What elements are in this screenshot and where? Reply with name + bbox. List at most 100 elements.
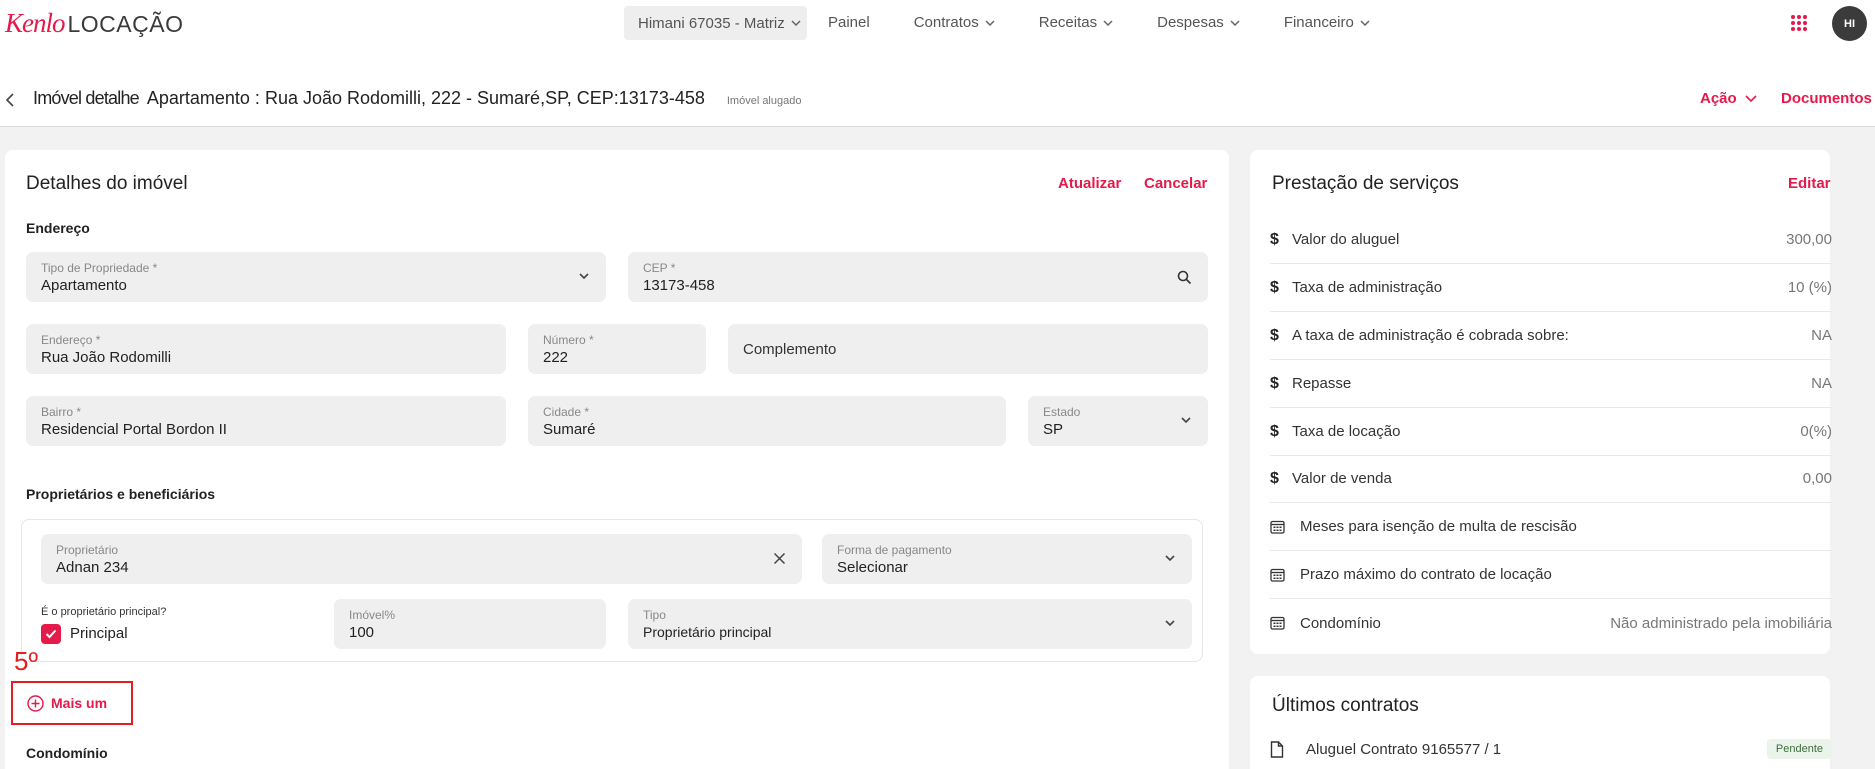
calendar-icon [1270,520,1292,534]
documents-button[interactable]: Documentos [1781,90,1872,107]
service-row: $ A taxa de administração é cobrada sobre… [1270,312,1832,360]
page-title-text: Apartamento : Rua João Rodomilli, 222 - … [146,88,705,108]
service-value: 0(%) [1800,423,1832,440]
back-arrow-icon[interactable] [5,93,15,107]
kenlo-logo[interactable]: Kenlo LOCAÇÃO [5,8,183,38]
service-row: $ Valor do aluguel 300,00 [1270,216,1832,264]
address-value: Rua João Rodomilli [41,349,172,366]
service-value: NA [1811,327,1832,344]
apps-grid-icon[interactable] [1790,14,1808,32]
plus-circle-icon [27,694,44,712]
city-label: Cidade * [543,405,590,419]
chevron-down-icon [1165,620,1175,627]
contracts-title: Últimos contratos [1272,695,1419,716]
action-label: Ação [1700,90,1737,107]
search-icon[interactable] [1177,270,1192,285]
service-row: $ Repasse NA [1270,360,1832,408]
service-row: Meses para isenção de multa de rescisão [1270,503,1832,551]
services-title: Prestação de serviços [1272,173,1459,194]
principal-checkbox-label: Principal [70,625,128,642]
nav-painel[interactable]: Painel [828,14,870,31]
ownership-percent-label: Imóvel% [349,608,396,622]
checkmark-icon [45,629,57,639]
service-row: $ Taxa de administração 10 (%) [1270,264,1832,312]
cancel-button[interactable]: Cancelar [1144,175,1207,192]
service-row: Prazo máximo do contrato de locação [1270,551,1832,599]
calendar-icon [1270,568,1292,582]
branch-selector[interactable]: Himani 67035 - Matriz [624,6,807,40]
city-input[interactable]: Cidade * Sumaré [528,396,1006,446]
user-avatar[interactable]: HI [1832,6,1867,41]
state-select[interactable]: Estado SP [1028,396,1208,446]
property-type-select[interactable]: Tipo de Propriedade * Apartamento [26,252,606,302]
calendar-icon [1270,616,1292,630]
state-value: SP [1043,421,1064,438]
nav-despesas-label: Despesas [1157,14,1224,31]
service-label: Meses para isenção de multa de rescisão [1300,518,1577,535]
page-header: Imóvel detalhe Apartamento : Rua João Ro… [0,45,1875,127]
update-button[interactable]: Atualizar [1058,175,1121,192]
contract-item[interactable]: Aluguel Contrato 9165577 / 1 Pendente [1270,734,1832,764]
action-menu-button[interactable]: Ação [1700,90,1757,107]
ownership-percent-input[interactable]: Imóvel% 100 [334,599,606,649]
edit-services-button[interactable]: Editar [1788,175,1831,192]
chevron-down-icon [1165,555,1175,562]
owners-section-title: Proprietários e beneficiários [26,486,216,502]
neighborhood-label: Bairro * [41,405,82,419]
chevron-down-icon [1745,95,1757,102]
service-label: Prazo máximo do contrato de locação [1300,566,1552,583]
service-label: Taxa de locação [1292,423,1401,440]
service-row: $ Valor de venda 0,00 [1270,455,1832,503]
chevron-down-icon [1103,19,1113,26]
property-status: Imóvel alugado [726,95,802,107]
chevron-down-icon [791,20,801,26]
cep-label: CEP * [643,261,676,275]
nav-despesas[interactable]: Despesas [1157,14,1240,31]
complement-input[interactable]: Complemento [728,324,1208,374]
state-label: Estado [1043,405,1081,419]
owner-value: Adnan 234 [56,559,129,576]
nav-receitas-label: Receitas [1038,14,1098,31]
service-label: Condomínio [1300,614,1381,632]
chevron-down-icon [985,19,995,26]
address-input[interactable]: Endereço * Rua João Rodomilli [26,324,506,374]
service-row: $ Taxa de locação 0(%) [1270,408,1832,456]
payment-method-value: Selecionar [837,559,908,576]
number-label: Número * [543,333,594,347]
nav-contratos[interactable]: Contratos [914,14,995,31]
service-label: Valor do aluguel [1292,231,1400,248]
payment-method-select[interactable]: Forma de pagamento Selecionar [822,534,1192,584]
chevron-down-icon [1181,417,1191,424]
details-title: Detalhes do imóvel [26,173,188,194]
service-value: Não administrado pela imobiliária [1610,614,1832,632]
dollar-icon: $ [1270,230,1279,248]
nav-financeiro[interactable]: Financeiro [1284,14,1370,31]
neighborhood-value: Residencial Portal Bordon II [41,421,227,438]
logo-product: LOCAÇÃO [67,11,184,37]
close-icon[interactable] [773,552,786,565]
nav-receitas[interactable]: Receitas [1039,14,1113,31]
neighborhood-input[interactable]: Bairro * Residencial Portal Bordon II [26,396,506,446]
owner-select[interactable]: Proprietário Adnan 234 [41,534,802,584]
status-badge: Pendente [1766,739,1832,759]
page-title-lead: Imóvel detalhe [33,88,140,108]
number-input[interactable]: Número * 222 [528,324,706,374]
payment-method-label: Forma de pagamento [837,543,952,557]
owner-type-select[interactable]: Tipo Proprietário principal [628,599,1192,649]
cep-input[interactable]: CEP * 13173-458 [628,252,1208,302]
principal-owner-question: É o proprietário principal? [41,606,167,618]
service-label: Taxa de administração [1292,279,1443,296]
chevron-down-icon [1230,19,1240,26]
dollar-icon: $ [1270,326,1279,344]
document-icon [1270,740,1284,758]
nav-financeiro-label: Financeiro [1283,14,1354,31]
logo-brand: Kenlo [5,8,65,38]
property-details-card [5,150,1229,769]
service-value: 0,00 [1802,470,1832,487]
add-owner-button[interactable]: Mais um [11,681,133,725]
service-label: A taxa de administração é cobrada sobre: [1292,327,1569,344]
dollar-icon: $ [1270,374,1279,392]
ownership-percent-value: 100 [349,624,375,641]
property-type-label: Tipo de Propriedade * [41,261,158,275]
principal-checkbox[interactable] [41,624,61,644]
